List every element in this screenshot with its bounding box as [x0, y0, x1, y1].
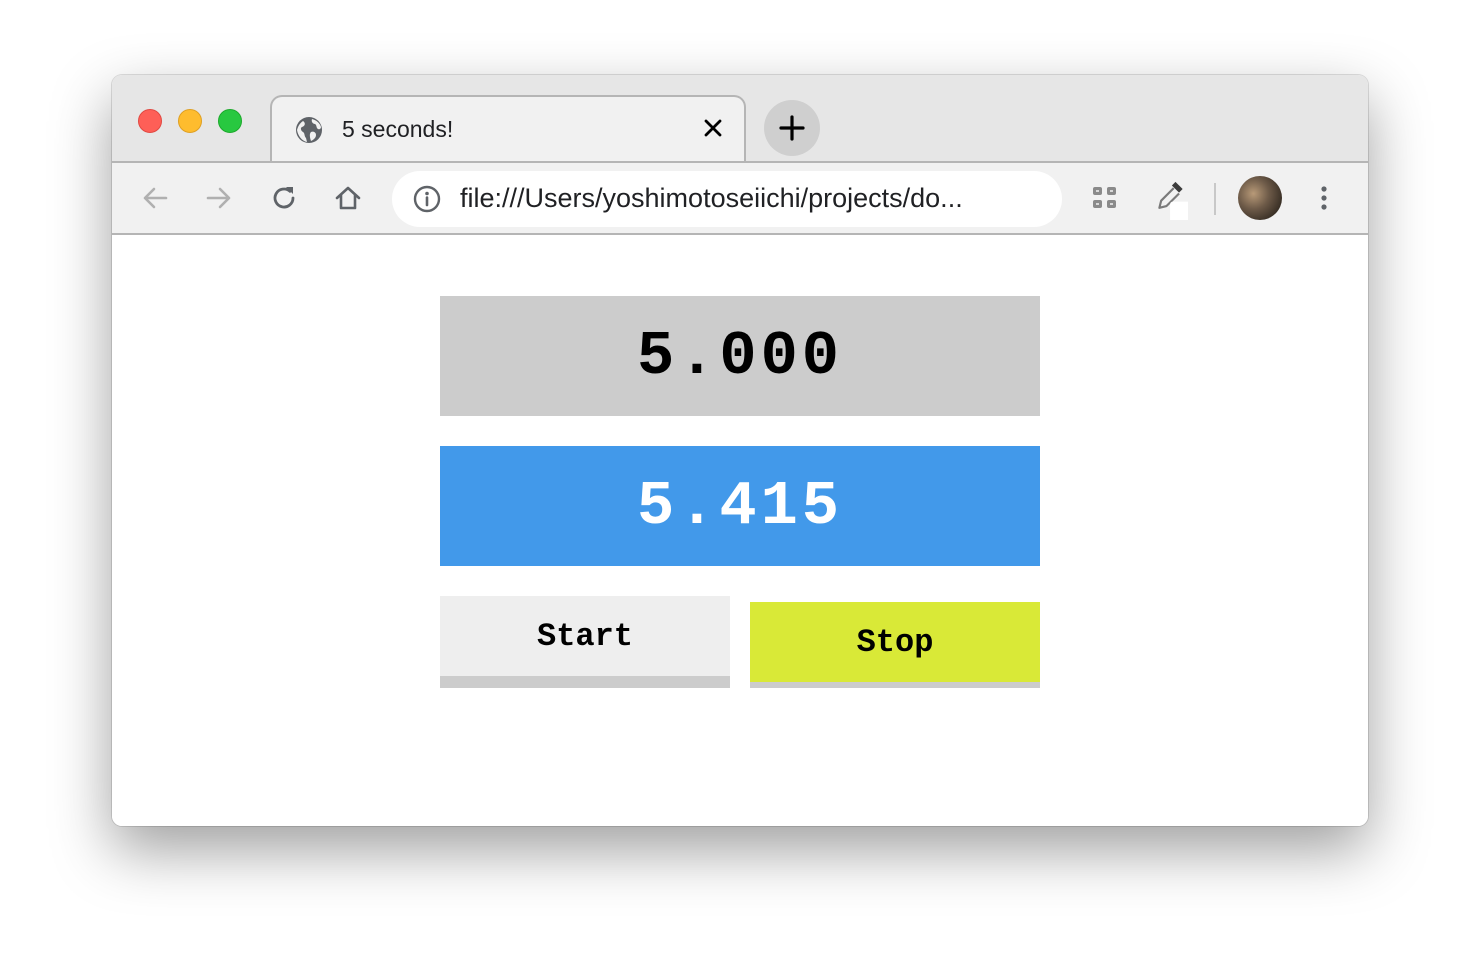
- eyedropper-extension-button[interactable]: [1154, 181, 1188, 220]
- target-time-display: 5.000: [440, 296, 1040, 416]
- toolbar-divider: [1214, 183, 1216, 215]
- home-button[interactable]: [331, 181, 365, 215]
- elapsed-time-display: 5.415: [440, 446, 1040, 566]
- more-vert-icon: [1321, 186, 1327, 210]
- reload-button[interactable]: [267, 181, 301, 215]
- window-maximize-button[interactable]: [218, 109, 242, 133]
- tab-active[interactable]: 5 seconds!: [270, 95, 746, 161]
- home-icon: [335, 186, 361, 210]
- extension-grid-icon: [1093, 187, 1116, 208]
- browser-window: 5 seconds! file:///Users/yoshimotoseiich…: [112, 75, 1368, 826]
- arrow-right-icon: [206, 187, 231, 209]
- tab-close-button[interactable]: [698, 113, 728, 143]
- window-close-button[interactable]: [138, 109, 162, 133]
- window-minimize-button[interactable]: [178, 109, 202, 133]
- eyedropper-icon: [1158, 181, 1188, 220]
- page-content: 5.000 5.415 Start Stop: [112, 235, 1368, 826]
- back-button[interactable]: [138, 181, 172, 215]
- close-icon: [704, 119, 722, 137]
- menu-button[interactable]: [1307, 181, 1341, 215]
- browser-toolbar: file:///Users/yoshimotoseiichi/projects/…: [112, 161, 1368, 235]
- new-tab-button[interactable]: [764, 100, 820, 156]
- reload-icon: [273, 187, 295, 209]
- plus-icon: [779, 115, 805, 141]
- stop-button[interactable]: Stop: [750, 602, 1040, 688]
- tab-title: 5 seconds!: [342, 116, 454, 142]
- forward-button[interactable]: [202, 181, 236, 215]
- start-button[interactable]: Start: [440, 596, 730, 688]
- arrow-left-icon: [143, 187, 168, 209]
- address-bar[interactable]: file:///Users/yoshimotoseiichi/projects/…: [392, 171, 1062, 227]
- extension-button[interactable]: [1088, 181, 1122, 215]
- tab-strip: 5 seconds!: [112, 75, 1368, 161]
- url-text: file:///Users/yoshimotoseiichi/projects/…: [460, 183, 963, 213]
- globe-icon: [296, 117, 322, 143]
- info-icon[interactable]: [412, 184, 442, 214]
- profile-avatar[interactable]: [1238, 176, 1282, 220]
